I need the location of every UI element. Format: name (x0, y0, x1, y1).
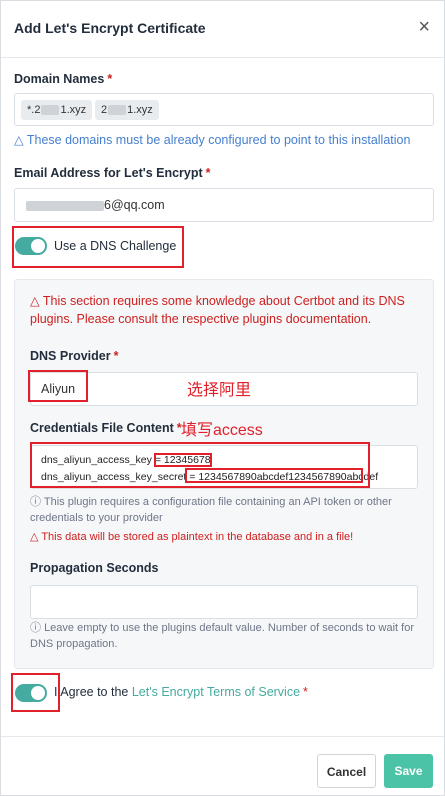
info-icon: ⓘ (30, 622, 41, 634)
dns-challenge-section: △ This section requires some knowledge a… (14, 279, 434, 669)
email-field[interactable]: 6@qq.com (14, 188, 434, 222)
modal-header: Add Let's Encrypt Certificate × (1, 1, 444, 58)
warning-icon: △ (30, 294, 40, 308)
warning-icon: △ (30, 531, 39, 543)
annotation-box (185, 468, 363, 483)
agree-label: I Agree to the Let's Encrypt Terms of Se… (54, 685, 308, 699)
info-icon: ⓘ (30, 496, 41, 508)
email-value: 6@qq.com (104, 198, 165, 212)
required-mark: * (205, 166, 211, 180)
certificate-modal: Add Let's Encrypt Certificate × Domain N… (0, 0, 445, 796)
domain-names-input[interactable]: *.2 1.xyz 2 1.xyz (14, 93, 434, 126)
email-label: Email Address for Let's Encrypt * (14, 166, 211, 180)
annotation-box (28, 370, 88, 402)
plaintext-warning: △ This data will be stored as plaintext … (30, 531, 354, 543)
propagation-seconds-input[interactable] (30, 585, 418, 619)
cancel-button[interactable]: Cancel (317, 754, 376, 788)
propagation-note: ⓘ Leave empty to use the plugins default… (30, 622, 414, 650)
required-mark: * (107, 72, 113, 86)
annotation-text: 选择阿里 (187, 382, 252, 399)
domain-chip[interactable]: 2 1.xyz (95, 100, 159, 120)
credentials-label: Credentials File Content * (30, 421, 182, 435)
close-icon[interactable]: × (418, 17, 430, 37)
annotation-box (11, 673, 60, 712)
domain-chip[interactable]: *.2 1.xyz (21, 100, 93, 120)
annotation-box (154, 453, 212, 467)
domain-names-label: Domain Names * (14, 72, 113, 86)
blurred-text (41, 105, 60, 116)
propagation-label: Propagation Seconds (30, 561, 159, 575)
modal-footer: Cancel Save (1, 736, 444, 796)
save-button[interactable]: Save (384, 754, 433, 788)
plugin-note: ⓘ This plugin requires a configuration f… (30, 496, 392, 524)
domain-hint: △ These domains must be already configur… (14, 133, 411, 147)
annotation-box (12, 226, 184, 268)
blurred-text (108, 105, 127, 116)
required-mark: * (303, 685, 308, 699)
terms-link[interactable]: Let's Encrypt Terms of Service (132, 685, 300, 699)
dns-warning: △ This section requires some knowledge a… (30, 294, 405, 326)
dns-provider-label: DNS Provider * (30, 349, 119, 363)
modal-title: Add Let's Encrypt Certificate (14, 20, 206, 36)
warning-icon: △ (14, 133, 24, 147)
required-mark: * (113, 349, 119, 363)
annotation-text: 填写access (181, 422, 263, 439)
blurred-text (26, 201, 104, 211)
